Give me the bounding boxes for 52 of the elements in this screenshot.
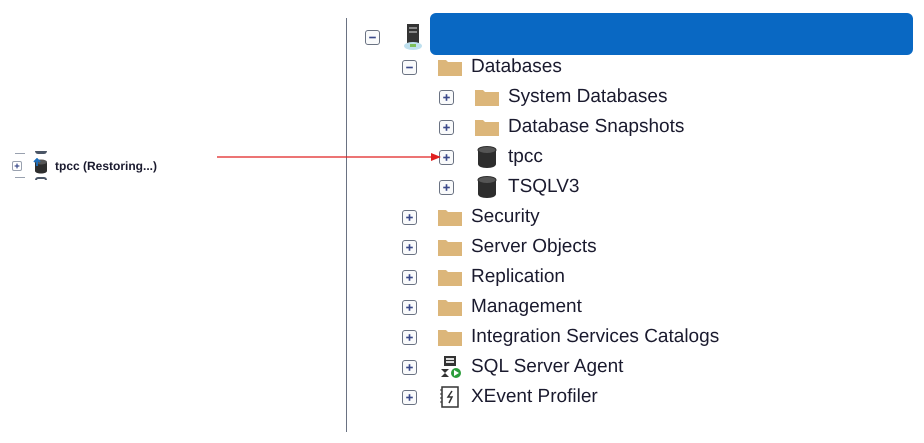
expand-toggle[interactable]	[439, 150, 454, 164]
plus-icon	[404, 302, 415, 312]
collapse-toggle[interactable]	[365, 30, 380, 44]
folder-icon	[437, 237, 463, 257]
expand-toggle[interactable]	[402, 270, 417, 284]
folder-icon	[474, 117, 500, 137]
plus-icon	[404, 212, 415, 222]
folder-icon	[437, 327, 463, 347]
expand-toggle[interactable]	[439, 90, 454, 104]
tree-item-label[interactable]: Management	[471, 292, 582, 322]
plus-icon	[13, 162, 21, 170]
plus-icon	[404, 272, 415, 282]
tree-item-label[interactable]: System Databases	[508, 82, 668, 112]
tree-item-label[interactable]: Integration Services Catalogs	[471, 322, 720, 352]
expand-toggle[interactable]	[439, 180, 454, 194]
tree-item-label[interactable]: Replication	[471, 262, 565, 292]
folder-icon	[437, 57, 463, 77]
restoring-database-icon	[32, 158, 50, 174]
tree-item-label[interactable]: Databases	[471, 52, 562, 82]
tree-item-label[interactable]: Security	[471, 202, 540, 232]
plus-icon	[441, 92, 452, 102]
database-icon	[476, 145, 498, 169]
plus-icon	[441, 122, 452, 132]
expand-toggle[interactable]	[439, 120, 454, 134]
tree-item-label[interactable]: tpcc	[508, 142, 543, 172]
plus-icon	[441, 182, 452, 192]
tree-item-label[interactable]: tpcc (Restoring...)	[55, 157, 158, 175]
expand-toggle[interactable]	[402, 210, 417, 224]
expand-toggle[interactable]	[402, 360, 417, 374]
expand-toggle[interactable]	[12, 161, 22, 171]
folder-icon	[474, 87, 500, 107]
expand-toggle[interactable]	[402, 240, 417, 254]
tree-item-label[interactable]: TSQLV3	[508, 172, 580, 202]
folder-icon	[437, 267, 463, 287]
plus-icon	[404, 332, 415, 342]
expand-toggle[interactable]	[402, 330, 417, 344]
folder-icon	[437, 207, 463, 227]
tree-item-label[interactable]: XEvent Profiler	[471, 382, 598, 412]
profiler-icon	[439, 385, 461, 409]
tree-item-label[interactable]: Server Objects	[471, 232, 597, 262]
tree-item-label[interactable]: SQL Server Agent	[471, 352, 624, 382]
plus-icon	[441, 152, 452, 162]
tree-item-label[interactable]: Database Snapshots	[508, 112, 684, 142]
server-icon	[402, 23, 424, 51]
database-icon	[476, 175, 498, 199]
expand-toggle[interactable]	[402, 390, 417, 404]
plus-icon	[404, 392, 415, 402]
plus-icon	[404, 242, 415, 252]
plus-icon	[404, 362, 415, 372]
folder-icon	[437, 297, 463, 317]
collapse-toggle[interactable]	[402, 60, 417, 74]
expand-toggle[interactable]	[402, 300, 417, 314]
